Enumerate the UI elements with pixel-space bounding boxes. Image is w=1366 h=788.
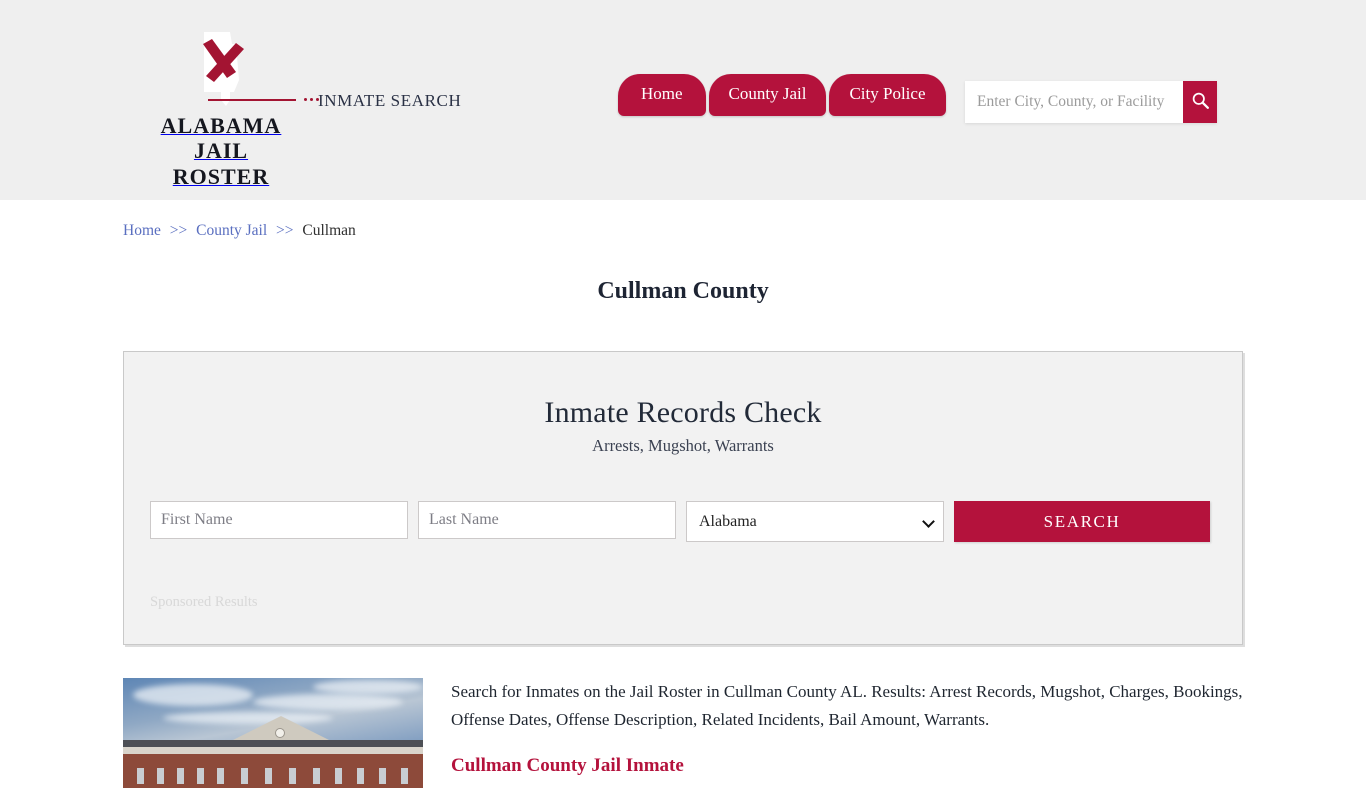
cloud-shape [253, 694, 403, 710]
site-logo[interactable]: ALABAMA JAIL ROSTER [156, 30, 319, 189]
cloud-shape [163, 712, 333, 724]
content-text-block: Search for Inmates on the Jail Roster in… [451, 678, 1243, 788]
building-shape [123, 740, 423, 788]
site-header: ALABAMA JAIL ROSTER INMATE SEARCH Home C… [0, 0, 1366, 200]
state-select-wrapper: Alabama [686, 501, 944, 542]
breadcrumb: Home >> County Jail >> Cullman [123, 200, 1243, 240]
header-search-bar [965, 81, 1217, 123]
nav-item-city-police[interactable]: City Police [829, 74, 946, 116]
page-title: Cullman County [597, 278, 769, 304]
clock-icon [275, 728, 285, 738]
first-name-input[interactable] [150, 501, 408, 539]
content-section: Search for Inmates on the Jail Roster in… [123, 678, 1243, 788]
logo-line-1: ALABAMA [160, 113, 282, 138]
nav-item-home[interactable]: Home [618, 74, 706, 116]
header-tagline: INMATE SEARCH [318, 91, 462, 110]
content-paragraph: Search for Inmates on the Jail Roster in… [451, 682, 1243, 729]
main-navigation: Home County Jail City Police [618, 74, 946, 116]
inmate-records-check-panel: Inmate Records Check Arrests, Mugshot, W… [123, 351, 1243, 645]
breadcrumb-item-home[interactable]: Home [123, 222, 161, 239]
cloud-shape [313, 680, 423, 694]
panel-heading: Inmate Records Check [544, 396, 822, 429]
inmate-search-button[interactable]: SEARCH [954, 501, 1210, 542]
breadcrumb-item-current: Cullman [302, 222, 356, 239]
search-icon [1191, 91, 1210, 113]
panel-subheading: Arrests, Mugshot, Warrants [592, 436, 774, 455]
logo-line-2: JAIL ROSTER [172, 138, 270, 189]
cloud-shape [133, 684, 253, 706]
state-select[interactable]: Alabama [686, 501, 944, 542]
breadcrumb-item-county-jail[interactable]: County Jail [196, 222, 267, 239]
breadcrumb-separator: >> [276, 222, 294, 239]
nav-item-county-jail[interactable]: County Jail [708, 74, 827, 116]
sponsored-results-label: Sponsored Results [150, 594, 258, 610]
inmate-search-form: Alabama SEARCH [150, 501, 1216, 542]
alabama-state-icon [190, 32, 252, 112]
header-search-button[interactable] [1183, 81, 1217, 123]
header-container: ALABAMA JAIL ROSTER INMATE SEARCH Home C… [123, 0, 1243, 200]
logo-wordmark: ALABAMA JAIL ROSTER [161, 113, 282, 189]
header-search-input[interactable] [965, 81, 1183, 123]
courthouse-image [123, 678, 423, 788]
cullman-county-jail-inmate-link[interactable]: Cullman County Jail Inmate [451, 755, 1243, 777]
last-name-input[interactable] [418, 501, 676, 539]
breadcrumb-separator: >> [169, 222, 188, 239]
